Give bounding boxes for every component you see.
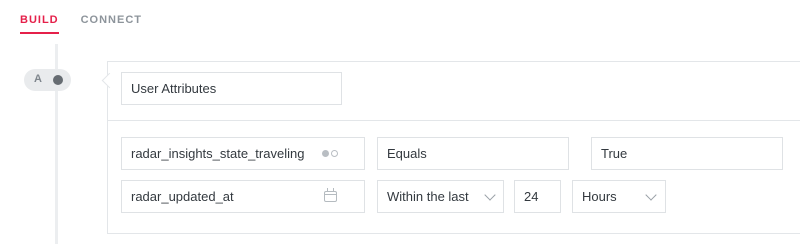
panel-divider (107, 120, 800, 121)
panel-pointer (99, 73, 115, 89)
attribute-select[interactable]: radar_updated_at (121, 180, 365, 213)
amount-input[interactable]: 24 (514, 180, 561, 213)
attribute-label: radar_updated_at (131, 189, 234, 204)
tab-connect[interactable]: CONNECT (81, 14, 142, 32)
chevron-down-icon (645, 181, 657, 212)
step-badge[interactable]: A (24, 69, 71, 91)
attribute-label: radar_insights_state_traveling (131, 146, 305, 161)
tab-build[interactable]: BUILD (20, 14, 59, 34)
tab-bar: BUILD CONNECT (20, 14, 142, 34)
filter-type-label: User Attributes (131, 81, 217, 96)
operator-label: Equals (387, 146, 427, 161)
step-letter: A (34, 73, 42, 85)
unit-label: Hours (582, 189, 617, 204)
operator-select[interactable]: Equals (377, 137, 569, 170)
unit-select[interactable]: Hours (572, 180, 666, 213)
step-status-dot (53, 75, 63, 85)
operator-select[interactable]: Within the last (377, 180, 504, 213)
attribute-select[interactable]: radar_insights_state_traveling (121, 137, 365, 170)
toggle-icon (322, 138, 338, 169)
filter-type-select[interactable]: User Attributes (121, 72, 342, 105)
value-label: True (601, 146, 628, 161)
calendar-icon (324, 181, 337, 212)
operator-label: Within the last (387, 189, 469, 204)
chevron-down-icon (484, 181, 496, 212)
value-select[interactable]: True (591, 137, 783, 170)
amount-value: 24 (524, 189, 539, 204)
